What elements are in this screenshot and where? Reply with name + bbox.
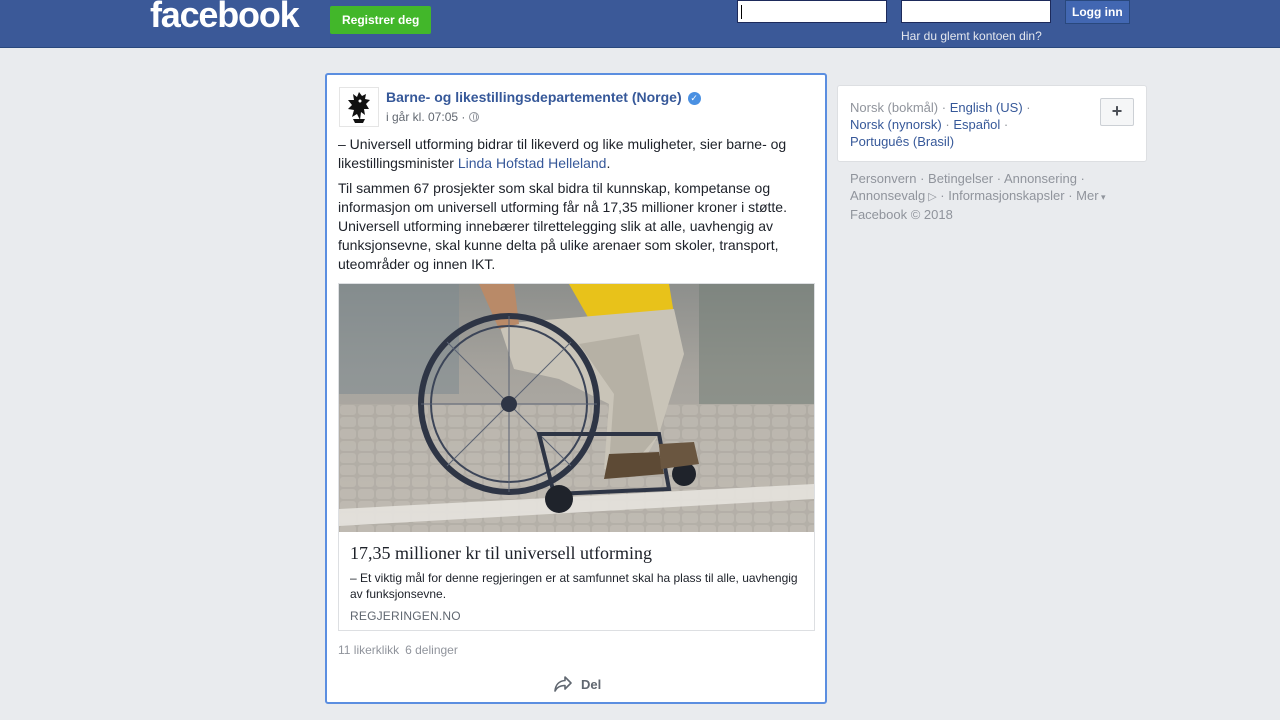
top-bar: facebook Registrer deg Logg inn Har du g… — [0, 0, 1280, 48]
footer-link-cookies[interactable]: Informasjonskapsler — [948, 188, 1064, 203]
share-button[interactable]: Del — [553, 673, 601, 695]
post-text-segment: . — [606, 155, 611, 171]
preview-domain[interactable]: REGJERINGEN.NO — [350, 609, 461, 623]
password-field[interactable] — [901, 0, 1051, 23]
language-espanol[interactable]: Español — [953, 117, 1000, 132]
language-norsk-nynorsk[interactable]: Norsk (nynorsk) — [850, 117, 942, 132]
language-list: Norsk (bokmål) · English (US) · Norsk (n… — [850, 100, 1031, 149]
share-label: Del — [581, 676, 602, 692]
shares-count[interactable]: 6 delinger — [405, 643, 458, 657]
page-name-link[interactable]: Barne- og likestillingsdepartementet (No… — [386, 89, 701, 105]
link-preview[interactable]: 17,35 millioner kr til universell utform… — [338, 283, 815, 631]
page-avatar[interactable] — [339, 87, 379, 127]
footer-links: Personvern · Betingelser · Annonsering ·… — [850, 171, 1106, 222]
minister-link[interactable]: Linda Hofstad Helleland — [458, 155, 607, 171]
footer-link-terms[interactable]: Betingelser — [928, 171, 993, 186]
facebook-logo[interactable]: facebook — [150, 0, 300, 36]
post-body: – Universell utforming bidrar til likeve… — [338, 135, 803, 280]
likes-count[interactable]: 11 likerklikk — [338, 643, 399, 657]
post-paragraph-2: Til sammen 67 prosjekter som skal bidra … — [338, 180, 787, 272]
register-button[interactable]: Registrer deg — [330, 6, 432, 34]
lion-crest-icon — [348, 92, 370, 123]
current-language: Norsk (bokmål) — [850, 100, 939, 115]
preview-description[interactable]: – Et viktig mål for denne regjeringen er… — [350, 570, 805, 602]
forgot-account-link[interactable]: Har du glemt kontoen din? — [901, 29, 1042, 43]
footer-link-ad-choices[interactable]: Annonsevalg — [850, 188, 925, 203]
footer-link-more[interactable]: Mer — [1076, 188, 1098, 203]
footer-link-advertising[interactable]: Annonsering — [1004, 171, 1077, 186]
post-card: Barne- og likestillingsdepartementet (No… — [325, 73, 827, 704]
footer-link-privacy[interactable]: Personvern — [850, 171, 916, 186]
language-english-us[interactable]: English (US) — [950, 100, 1023, 115]
page-name[interactable]: Barne- og likestillingsdepartementet (No… — [386, 89, 682, 105]
language-portugues-brasil[interactable]: Português (Brasil) — [850, 134, 954, 149]
globe-icon — [469, 112, 480, 122]
post-timestamp[interactable]: i går kl. 07:05 · — [386, 110, 480, 124]
post-time-text[interactable]: i går kl. 07:05 · — [386, 110, 465, 124]
post-paragraph-1: – Universell utforming bidrar til likeve… — [338, 135, 803, 173]
share-arrow-icon — [554, 676, 572, 692]
login-button[interactable]: Logg inn — [1065, 0, 1130, 24]
verified-badge-icon: ✓ — [687, 92, 701, 105]
preview-image[interactable] — [339, 284, 814, 532]
post-stats: 11 likerklikk 6 delinger — [338, 643, 458, 657]
more-languages-button[interactable]: + — [1100, 98, 1134, 126]
text-cursor — [741, 5, 742, 19]
language-selector: Norsk (bokmål) · English (US) · Norsk (n… — [837, 85, 1147, 162]
ad-choices-icon: ▷ — [925, 191, 937, 203]
email-field[interactable] — [737, 0, 887, 23]
dropdown-caret-icon: ▾ — [1098, 192, 1106, 202]
preview-title[interactable]: 17,35 millioner kr til universell utform… — [350, 543, 652, 564]
wheelchair-photo — [339, 284, 814, 532]
copyright: Facebook © 2018 — [850, 207, 953, 222]
